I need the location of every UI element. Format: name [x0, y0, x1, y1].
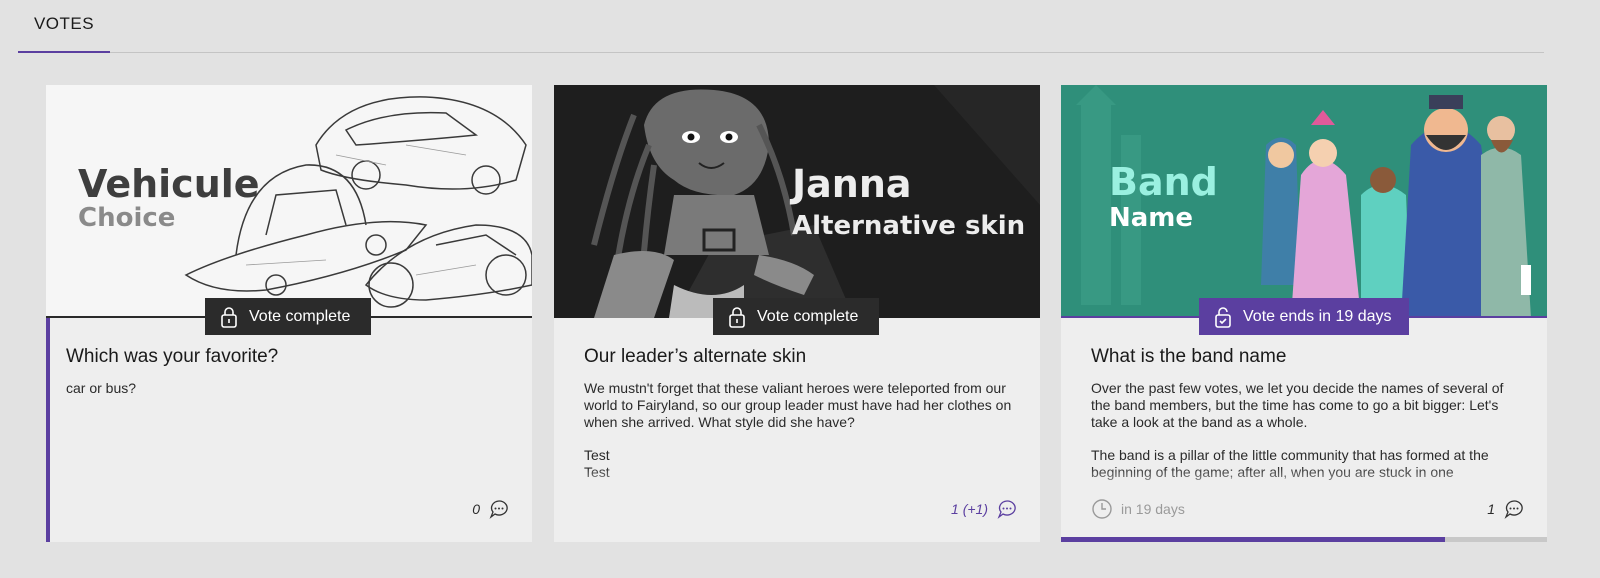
- banner-subtitle: Choice: [78, 203, 176, 233]
- vote-card[interactable]: Janna Alternative skin Vote complete Our…: [554, 85, 1040, 542]
- description-paragraph: car or bus?: [66, 380, 137, 396]
- card-accent-bar: [46, 318, 50, 542]
- card-banner: Vehicule Choice: [46, 85, 532, 318]
- time-remaining-label: in 19 days: [1121, 501, 1185, 517]
- card-banner: Band Name: [1061, 85, 1547, 318]
- description-paragraph: Over the past few votes, we let you deci…: [1091, 380, 1504, 430]
- vote-card[interactable]: Band Name Vote ends in 19 days What is t…: [1061, 85, 1547, 542]
- lock-icon: [729, 306, 745, 328]
- time-remaining: in 19 days: [1091, 497, 1185, 521]
- card-description: car or bus?: [66, 380, 496, 480]
- comments[interactable]: 1 (+1): [951, 497, 1018, 521]
- card-banner: Janna Alternative skin: [554, 85, 1040, 318]
- comment-count: 0: [472, 501, 480, 517]
- vote-card[interactable]: Vehicule Choice Vote complete Which was …: [46, 85, 532, 542]
- comment-count: 1: [1487, 501, 1495, 517]
- tab-votes[interactable]: VOTES: [18, 0, 110, 53]
- banner-subtitle: Alternative skin: [792, 211, 1026, 241]
- description-fade: [1061, 467, 1547, 497]
- comments[interactable]: 0: [472, 497, 510, 521]
- lock-icon: [221, 306, 237, 328]
- card-description: We mustn't forget that these valiant her…: [584, 380, 1014, 480]
- card-title: Our leader’s alternate skin: [584, 346, 807, 367]
- status-label: Vote ends in 19 days: [1243, 307, 1392, 325]
- comment-icon: [489, 500, 508, 519]
- banner-subtitle: Name: [1109, 203, 1194, 233]
- banner-title: Vehicule: [78, 162, 260, 206]
- clock-icon: [1092, 499, 1112, 519]
- card-description: Over the past few votes, we let you deci…: [1091, 380, 1521, 480]
- vote-progress-fill: [1061, 537, 1445, 542]
- status-badge: Vote complete: [205, 298, 371, 335]
- tab-bar: VOTES: [18, 0, 1544, 53]
- comments[interactable]: 1: [1487, 497, 1525, 521]
- status-badge: Vote ends in 19 days: [1199, 298, 1409, 335]
- banner-title: Band: [1109, 160, 1218, 204]
- comment-icon: [997, 500, 1016, 519]
- vote-progress-bar: [1061, 537, 1547, 542]
- banner-title: Janna: [792, 162, 912, 206]
- status-badge: Vote complete: [713, 298, 879, 335]
- status-label: Vote complete: [249, 307, 351, 325]
- description-fade: [554, 467, 1040, 497]
- comment-count: 1 (+1): [951, 501, 988, 517]
- card-title: What is the band name: [1091, 346, 1287, 367]
- status-label: Vote complete: [757, 307, 859, 325]
- description-paragraph: We mustn't forget that these valiant her…: [584, 380, 1012, 430]
- card-title: Which was your favorite?: [66, 346, 279, 367]
- unlock-icon: [1215, 306, 1231, 328]
- comment-icon: [1504, 500, 1523, 519]
